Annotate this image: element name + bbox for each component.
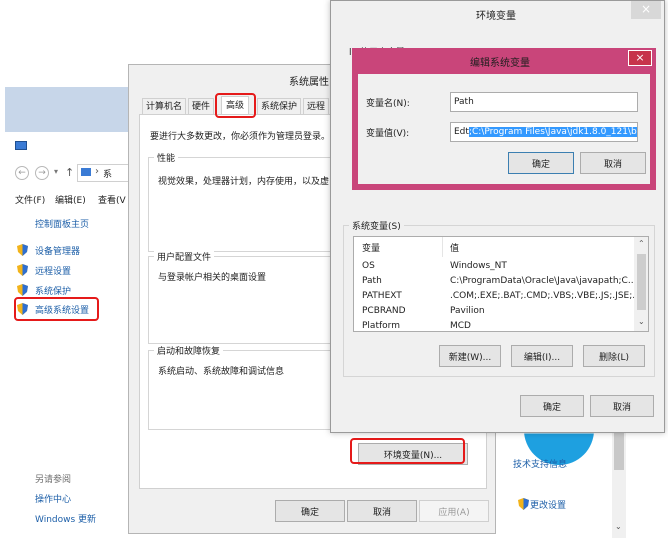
- row-var-name: PATHEXT: [362, 291, 402, 301]
- shield-icon: [518, 498, 529, 510]
- row-var-name: Platform: [362, 321, 400, 331]
- change-settings-label: 更改设置: [530, 501, 567, 511]
- performance-title: 性能: [154, 151, 179, 164]
- row-var-value: .COM;.EXE;.BAT;.CMD;.VBS;.VBE;.JS;.JSE;.…: [450, 291, 641, 301]
- edit-close-button[interactable]: ×: [628, 50, 652, 66]
- menu-view[interactable]: 查看(V: [98, 193, 126, 206]
- table-row[interactable]: PATHEXT .COM;.EXE;.BAT;.CMD;.VBS;.VBE;.J…: [354, 289, 641, 304]
- system-variables-label: 系统变量(S): [349, 219, 404, 232]
- admin-note: 要进行大多数更改，你必须作为管理员登录。: [150, 132, 331, 142]
- scroll-up-icon[interactable]: ⌃: [638, 239, 645, 248]
- list-scrollbar[interactable]: ⌃ ⌄: [634, 237, 648, 331]
- row-var-name: Path: [362, 276, 382, 286]
- action-center-link[interactable]: 操作中心: [35, 492, 71, 505]
- back-button[interactable]: ←: [15, 166, 29, 180]
- header-divider: [442, 237, 443, 257]
- tab-system-protection[interactable]: 系统保护: [257, 98, 302, 114]
- edit-client-area: 变量名(N): Path 变量值(V): Edt;C:\Program File…: [358, 74, 650, 184]
- env-title: 环境变量: [476, 11, 516, 22]
- row-var-value: Windows_NT: [450, 261, 507, 271]
- computer-icon: [15, 141, 27, 150]
- row-var-name: OS: [362, 261, 375, 271]
- user-profiles-title: 用户配置文件: [154, 250, 215, 263]
- edit-system-variable-dialog: 编辑系统变量 × 变量名(N): Path 变量值(V): Edt;C:\Pro…: [352, 48, 656, 190]
- scrollbar-thumb[interactable]: [637, 254, 646, 310]
- vertical-scrollbar[interactable]: ⌄: [612, 430, 626, 538]
- tab-hardware[interactable]: 硬件: [188, 98, 215, 114]
- table-row[interactable]: Path C:\ProgramData\Oracle\Java\javapath…: [354, 274, 637, 289]
- control-panel-home-link[interactable]: 控制面板主页: [35, 217, 89, 230]
- remote-settings-label: 远程设置: [35, 267, 72, 277]
- system-variables-list[interactable]: 变量 值 OS Windows_NT Path C:\ProgramData\O…: [353, 236, 649, 332]
- value-text-selected: ;C:\Program Files\Java\jdk1.8.0_121\bin: [468, 127, 637, 137]
- address-arrow-icon: ›: [95, 166, 99, 177]
- scroll-down-icon[interactable]: ⌄: [638, 317, 645, 326]
- row-var-value: C:\ProgramData\Oracle\Java\javapath;C...: [450, 276, 637, 286]
- performance-desc: 视觉效果，处理器计划，内存使用，以及虚: [158, 177, 330, 187]
- system-protection-label: 系统保护: [35, 287, 72, 297]
- new-variable-button[interactable]: 新建(W)...: [439, 345, 501, 367]
- ok-button[interactable]: 确定: [275, 500, 345, 522]
- see-also-title: 另请参阅: [35, 475, 72, 485]
- menu-file[interactable]: 文件(F): [15, 193, 45, 206]
- variable-name-label: 变量名(N):: [366, 99, 410, 109]
- control-panel-right-content: 技术支持信息 更改设置 ⌄: [498, 430, 628, 540]
- shield-icon: [17, 284, 28, 296]
- row-var-name: PCBRAND: [362, 306, 406, 316]
- menu-edit[interactable]: 编辑(E): [55, 193, 86, 206]
- tab-computer-name[interactable]: 计算机名: [142, 98, 187, 114]
- row-var-value: Pavilion: [450, 306, 485, 316]
- startup-recovery-desc: 系统启动、系统故障和调试信息: [158, 367, 285, 377]
- user-profiles-desc: 与登录帐户相关的桌面设置: [158, 273, 267, 283]
- control-panel-titlebar: [5, 87, 133, 132]
- variable-value-label: 变量值(V):: [366, 129, 410, 139]
- value-text-prefix: Edt: [454, 127, 469, 137]
- forward-button[interactable]: →: [35, 166, 49, 180]
- table-row[interactable]: OS Windows_NT: [354, 259, 634, 274]
- apply-button[interactable]: 应用(A): [419, 500, 489, 522]
- shield-icon: [17, 264, 28, 276]
- table-row[interactable]: PCBRAND Pavilion: [354, 304, 634, 319]
- edit-ok-button[interactable]: 确定: [508, 152, 574, 174]
- env-cancel-button[interactable]: 取消: [590, 395, 654, 417]
- column-header-value[interactable]: 值: [450, 241, 459, 254]
- cancel-button[interactable]: 取消: [347, 500, 417, 522]
- up-button[interactable]: ↑: [65, 166, 74, 179]
- highlight-advanced-tab: [215, 93, 256, 118]
- windows-update-link[interactable]: Windows 更新: [35, 512, 96, 525]
- highlight-advanced-settings: [14, 297, 99, 321]
- address-text: 系: [103, 170, 113, 180]
- support-info-link[interactable]: 技术支持信息: [513, 457, 567, 470]
- variable-value-field[interactable]: Edt;C:\Program Files\Java\jdk1.8.0_121\b…: [450, 122, 638, 142]
- table-row[interactable]: Platform MCD: [354, 319, 634, 331]
- env-ok-button[interactable]: 确定: [520, 395, 584, 417]
- dialog-title: 系统属性: [289, 77, 329, 88]
- edit-title: 编辑系统变量: [470, 58, 530, 69]
- edit-variable-button[interactable]: 编辑(I)...: [511, 345, 573, 367]
- scroll-down-icon[interactable]: ⌄: [615, 522, 622, 531]
- highlight-env-vars-button: [350, 438, 465, 464]
- address-computer-icon: [81, 168, 91, 176]
- device-manager-label: 设备管理器: [35, 247, 81, 257]
- edit-cancel-button[interactable]: 取消: [580, 152, 646, 174]
- env-close-button[interactable]: ×: [631, 1, 661, 19]
- column-header-variable[interactable]: 变量: [362, 241, 380, 254]
- env-titlebar: 环境变量 ×: [331, 1, 664, 25]
- scrollbar-thumb[interactable]: [614, 430, 624, 470]
- tab-remote[interactable]: 远程: [303, 98, 330, 114]
- shield-icon: [17, 244, 28, 256]
- startup-recovery-title: 启动和故障恢复: [154, 344, 224, 357]
- variable-name-field[interactable]: Path: [450, 92, 638, 112]
- delete-variable-button[interactable]: 删除(L): [583, 345, 645, 367]
- chevron-down-icon[interactable]: ▾: [54, 167, 58, 176]
- row-var-value: MCD: [450, 321, 471, 331]
